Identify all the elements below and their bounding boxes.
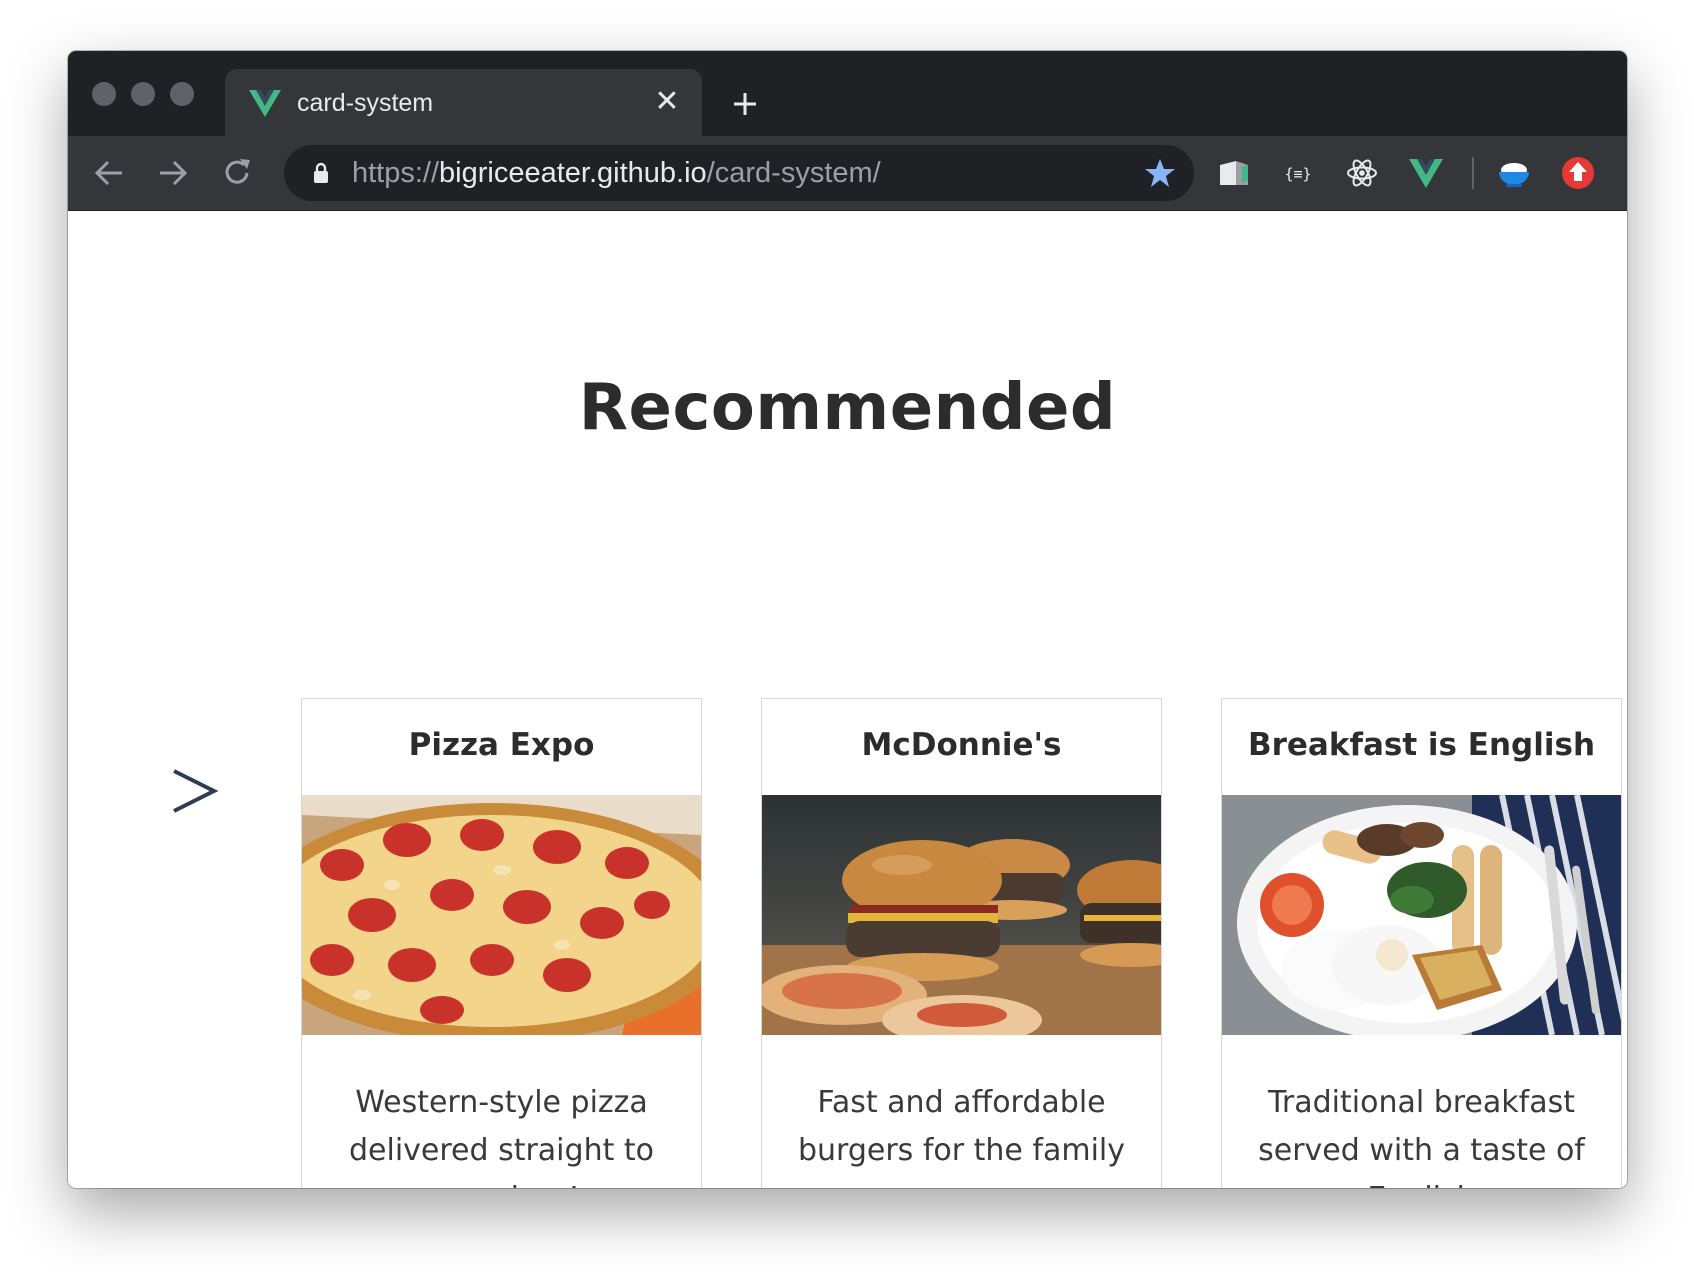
card-description: Fast and affordable burgers for the fami… bbox=[797, 1085, 1125, 1168]
lock-icon[interactable] bbox=[310, 162, 332, 184]
vue-logo-icon bbox=[249, 90, 281, 117]
minimize-window-button[interactable] bbox=[131, 82, 155, 106]
upload-arrow-icon[interactable] bbox=[1560, 155, 1596, 191]
card-mcdonnies[interactable]: McDonnie's Fast and affordable burgers f… bbox=[761, 698, 1162, 1188]
english-breakfast-photo bbox=[1222, 795, 1621, 1035]
react-devtools-icon[interactable] bbox=[1344, 155, 1380, 191]
card-title: McDonnie's bbox=[861, 727, 1062, 763]
pepperoni-pizza-photo bbox=[302, 795, 701, 1035]
reload-icon[interactable] bbox=[220, 156, 254, 190]
forward-arrow-icon[interactable] bbox=[156, 156, 190, 190]
rice-bowl-icon[interactable] bbox=[1496, 155, 1532, 191]
burgers-photo bbox=[762, 795, 1161, 1035]
svg-text:{≡}: {≡} bbox=[1284, 165, 1311, 183]
card-pizza-expo[interactable]: Pizza Expo Western-style pizza delivered… bbox=[301, 698, 702, 1188]
card-description: Traditional breakfast served with a tast… bbox=[1258, 1085, 1585, 1188]
maximize-window-button[interactable] bbox=[170, 82, 194, 106]
close-tab-icon[interactable]: ✕ bbox=[652, 87, 682, 117]
carousel-next-arrow[interactable] bbox=[164, 751, 224, 831]
tab-card-system[interactable]: card-system ✕ bbox=[225, 69, 702, 136]
plus-icon[interactable] bbox=[728, 87, 762, 121]
back-arrow-icon[interactable] bbox=[92, 156, 126, 190]
url-host: bigriceeater.github.io bbox=[439, 157, 707, 189]
toolbar-separator bbox=[1472, 157, 1474, 189]
browser-window: card-system ✕ https://bigriceeater.githu… bbox=[68, 51, 1627, 1188]
json-formatter-icon[interactable]: {≡} bbox=[1280, 155, 1316, 191]
card-title: Pizza Expo bbox=[408, 727, 595, 763]
toolbar: https://bigriceeater.github.io/card-syst… bbox=[68, 136, 1627, 211]
url-scheme: https:// bbox=[352, 157, 440, 189]
cube-extension-icon[interactable] bbox=[1216, 155, 1252, 191]
card-breakfast-is-english[interactable]: Breakfast is English Traditional breakfa… bbox=[1221, 698, 1622, 1188]
vue-devtools-icon[interactable] bbox=[1408, 155, 1444, 191]
page-content: Recommended Pizza Expo Western-style piz… bbox=[68, 211, 1627, 1188]
url-text[interactable]: https://bigriceeater.github.io/card-syst… bbox=[352, 155, 881, 191]
bookmark-star-icon[interactable] bbox=[1144, 157, 1176, 189]
tab-strip: card-system ✕ bbox=[68, 51, 1627, 136]
card-title: Breakfast is English bbox=[1247, 727, 1596, 763]
url-path: /card-system/ bbox=[706, 157, 881, 189]
page-title: Recommended bbox=[578, 371, 1117, 445]
tab-title: card-system bbox=[297, 89, 434, 117]
close-window-button[interactable] bbox=[92, 82, 116, 106]
card-description: Western-style pizza delivered straight t… bbox=[348, 1085, 654, 1188]
address-bar[interactable]: https://bigriceeater.github.io/card-syst… bbox=[284, 145, 1194, 201]
